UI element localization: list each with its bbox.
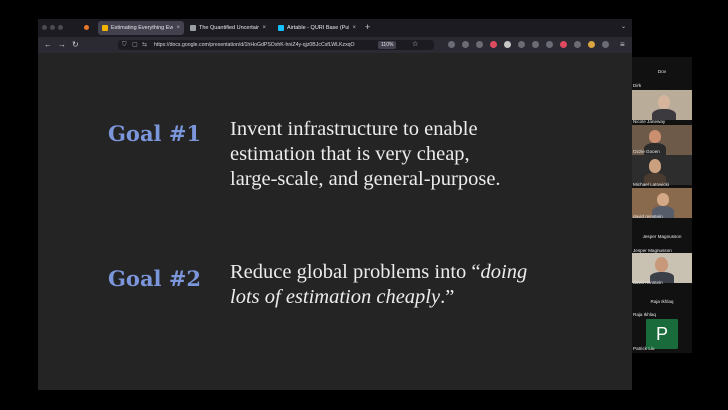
extension-icon[interactable] (532, 41, 539, 48)
firefox-view-icon[interactable] (84, 25, 89, 30)
close-tab-icon[interactable]: × (176, 25, 180, 31)
goal-2-text: Reduce global problems into “doing lots … (230, 260, 527, 310)
extension-icon[interactable] (602, 41, 609, 48)
tab-quantified-uncertainty[interactable]: The Quantified Uncertainty Res × (186, 21, 270, 35)
page-icon (190, 25, 196, 31)
bookmark-star-icon[interactable]: ☆ (412, 40, 418, 50)
participant-name: david reinstein (633, 280, 663, 285)
participants-panel: Dov Dirk Nicole Janeway Ozzie Gooen Mich… (632, 57, 692, 353)
goal-1-heading: Goal #1 (108, 121, 202, 146)
goal-1-line-2: estimation that is very cheap, (230, 143, 470, 165)
participant-name: Patrick Liu (633, 346, 655, 351)
participant-name: Dirk (633, 83, 642, 88)
participant-video[interactable] (632, 155, 692, 185)
goal-2-line-1-italic: doing (480, 261, 528, 283)
extension-icon[interactable] (574, 41, 581, 48)
tab-bar: Estimating Everything Everywhe × The Qua… (38, 19, 632, 37)
downloads-icon[interactable] (448, 41, 455, 48)
extension-icon[interactable] (518, 41, 525, 48)
participant-video[interactable] (632, 253, 692, 283)
close-tab-icon[interactable]: × (352, 25, 356, 31)
account-icon[interactable] (462, 41, 469, 48)
presentation-slide: Goal #1 Invent infrastructure to enable … (38, 53, 632, 390)
goal-1-line-3: large-scale, and general-purpose. (230, 168, 501, 190)
goal-1-text: Invent infrastructure to enable estimati… (230, 117, 501, 192)
goal-2-line-2-italic: lots of estimation cheaply (230, 286, 441, 308)
new-tab-button[interactable]: + (365, 22, 370, 32)
goal-2-line-1-plain: Reduce global problems into “ (230, 261, 481, 283)
list-tabs-icon[interactable]: ⌄ (621, 23, 626, 30)
extension-icon[interactable] (560, 41, 567, 48)
back-icon[interactable]: ← (44, 39, 52, 50)
participant-name: Raja Ikhlaq (650, 299, 674, 304)
extension-icon[interactable] (504, 41, 511, 48)
participant-video[interactable] (632, 90, 692, 120)
minimize-window-icon[interactable] (50, 25, 55, 30)
extension-icon[interactable] (476, 41, 483, 48)
google-slides-icon (102, 25, 108, 31)
tab-estimating-everything[interactable]: Estimating Everything Everywhe × (98, 21, 184, 35)
zoom-level-badge[interactable]: 110% (378, 41, 397, 49)
menu-icon[interactable]: ≡ (620, 39, 625, 50)
airtable-icon (278, 25, 284, 31)
lock-icon[interactable]: ▢ (132, 40, 138, 50)
url-text[interactable]: https://docs.google.com/presentation/d/1… (154, 40, 355, 50)
participant-name: Dov (657, 69, 667, 74)
shield-icon[interactable]: ⛉ (122, 40, 127, 50)
close-tab-icon[interactable]: × (262, 25, 266, 31)
close-window-icon[interactable] (42, 25, 47, 30)
goal-1-line-1: Invent infrastructure to enable (230, 118, 478, 140)
maximize-window-icon[interactable] (58, 25, 63, 30)
pocket-icon[interactable] (490, 41, 497, 48)
url-bar[interactable]: ⛉ ▢ ⇆ https://docs.google.com/presentati… (118, 40, 434, 50)
participant-name: david reinstein (633, 214, 663, 219)
browser-window: Estimating Everything Everywhe × The Qua… (38, 19, 632, 390)
goal-2-line-2-plain: .” (440, 286, 455, 308)
participant-name: Jesper Magnusson (642, 234, 682, 239)
extension-icon[interactable] (546, 41, 553, 48)
extension-icon[interactable] (588, 41, 595, 48)
participant-name: Raja Ikhlaq (633, 312, 656, 317)
goal-2-heading: Goal #2 (108, 266, 202, 291)
tab-airtable[interactable]: Airtable - QURI Base (Public) × (274, 21, 360, 35)
avatar: P (646, 319, 678, 349)
navigation-bar: ← → ↻ ⛉ ▢ ⇆ https://docs.google.com/pres… (38, 37, 632, 53)
permissions-icon[interactable]: ⇆ (142, 40, 147, 50)
reload-icon[interactable]: ↻ (72, 39, 79, 50)
forward-icon[interactable]: → (58, 39, 66, 50)
